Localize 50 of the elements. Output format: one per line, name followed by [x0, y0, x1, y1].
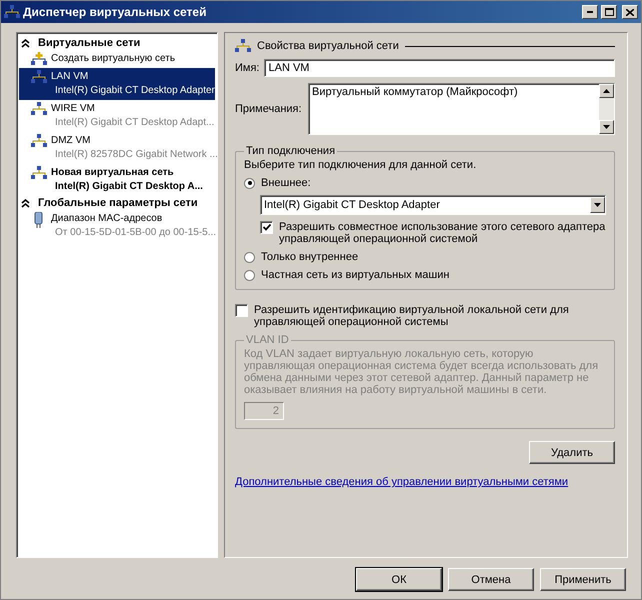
description-text: Код VLAN задает виртуальную локальную сеть, которую управляющая операционная система будет всегда использовать для обмена данными через этот сетевой адаптер. Данный параметр не оказывает влияния на работу виртуальной машины в сети.: [244, 348, 600, 396]
dialog-button[interactable]: Отмена: [448, 568, 534, 591]
radio-option[interactable]: Только внутреннее: [244, 251, 606, 263]
scroll-up-icon: [603, 89, 610, 93]
checkmark-icon: [262, 224, 270, 231]
dialog-button[interactable]: ОК: [356, 568, 442, 591]
maximize-icon: [604, 8, 614, 16]
name-input-field[interactable]: LAN VM: [264, 59, 615, 77]
radio-option[interactable]: Частная сеть из виртуальных машин: [244, 269, 606, 281]
network-list-item[interactable]: LAN VM Intel(R) Gigabit CT Desktop Adapter: [19, 68, 215, 100]
app-icon: [4, 5, 20, 19]
network-icon: [31, 166, 47, 180]
dialog-button[interactable]: Применить: [540, 568, 626, 591]
network-list-item[interactable]: WIRE VM Intel(R) Gigabit CT Desktop Adapt...: [19, 100, 215, 132]
network-icon: [31, 70, 47, 84]
section-heading: Свойства виртуальной сети: [257, 40, 399, 52]
section-heading: Виртуальные сети: [38, 37, 140, 49]
network-icon: [31, 134, 47, 148]
help-link[interactable]: Дополнительные сведения об управлении виртуальными сетями: [235, 476, 568, 488]
minimize-button[interactable]: [582, 5, 598, 19]
checkbox[interactable]: [260, 221, 273, 234]
group-title: Тип подключения: [245, 145, 336, 157]
maximize-button[interactable]: [601, 5, 617, 19]
remove-button[interactable]: Удалить: [529, 441, 615, 464]
close-button[interactable]: [622, 5, 638, 19]
scroll-down-icon: [594, 203, 601, 207]
window-title: Диспетчер виртуальных сетей: [23, 5, 208, 19]
network-icon: [31, 102, 47, 116]
group-title: VLAN ID: [245, 334, 290, 346]
add-network-icon: [31, 52, 47, 66]
network-list-item[interactable]: Диапазон MAC-адресов От 00-15-5D-01-5B-00 до 00-15-5...: [19, 210, 215, 242]
notes-input-field[interactable]: Виртуальный коммутатор (Майкрософт): [308, 83, 615, 135]
field-label: Примечания:: [235, 103, 303, 115]
scroll-down-icon: [603, 125, 610, 129]
close-icon: [626, 8, 634, 16]
hint-text: Выберите тип подключения для данной сети.: [244, 159, 478, 171]
network-list-item[interactable]: Создать виртуальную сеть: [19, 50, 215, 68]
network-icon: [235, 39, 251, 53]
section-heading: Глобальные параметры сети: [38, 197, 198, 209]
minimize-icon: [587, 11, 593, 13]
checkbox[interactable]: [235, 304, 248, 317]
network-list-item[interactable]: Новая виртуальная сеть Intel(R) Gigabit CT Desktop A...: [19, 164, 215, 196]
checkbox-label: Разрешить идентификацию виртуальной локальной сети для управляющей операционной системы: [254, 304, 570, 328]
field-label: Имя:: [235, 62, 260, 74]
checkbox-label: Разрешить совместное использование этого сетевого адаптера управляющей операционной системой: [279, 221, 606, 245]
collapse-icon[interactable]: [21, 38, 30, 48]
network-list-item[interactable]: DMZ VM Intel(R) 82578DC Gigabit Network ...: [19, 132, 215, 164]
collapse-icon[interactable]: [21, 198, 30, 208]
adapter-dropdown[interactable]: Intel(R) Gigabit CT Desktop Adapter: [260, 195, 606, 215]
radio-option[interactable]: Внешнее:: [244, 177, 606, 189]
